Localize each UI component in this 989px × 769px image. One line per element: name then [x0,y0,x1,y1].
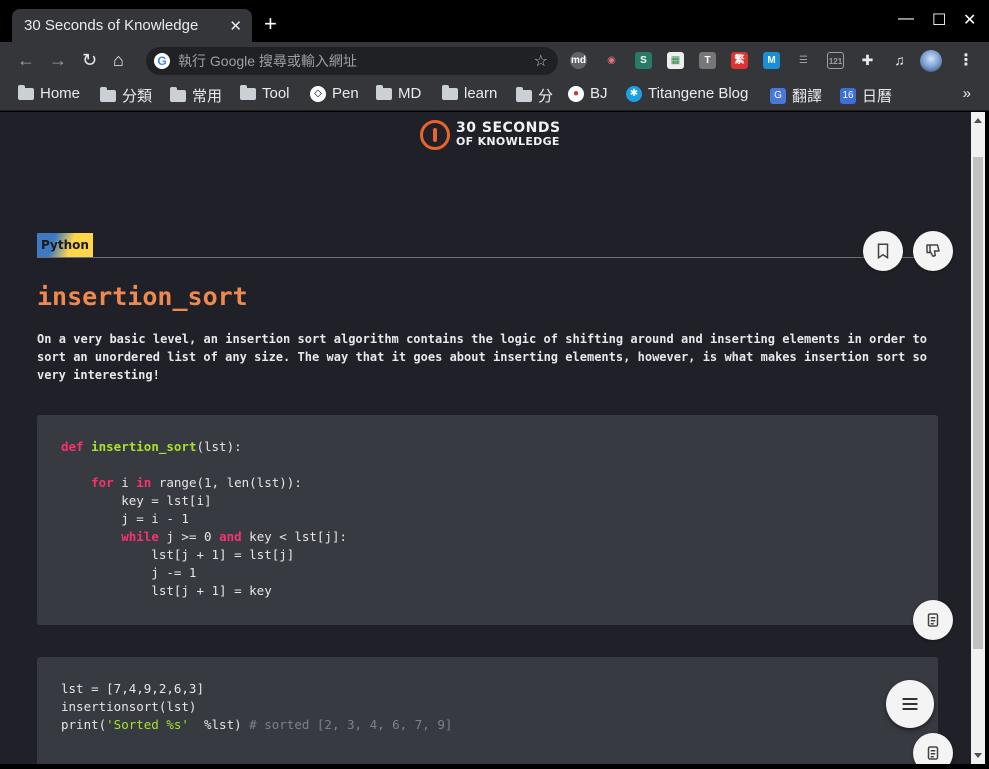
logo-text: 30 SECONDS OF KNOWLEDGE [456,120,561,148]
code-block-definition[interactable]: def insertion_sort(lst): for i in range(… [37,415,938,625]
copy-example-button[interactable] [913,733,953,764]
maximize-icon[interactable]: ☐ [932,10,946,30]
menu-button[interactable] [886,680,934,728]
bookmark-label: BJ [590,85,608,102]
folder-icon [376,84,392,100]
scroll-down-icon[interactable] [974,753,982,758]
bookmark-label: Tool [262,85,290,102]
scrollbar-thumb[interactable] [973,157,983,649]
thumbs-down-icon [926,244,940,257]
profile-avatar[interactable] [920,50,942,72]
s-ext-icon[interactable]: S [635,52,652,69]
code-block-example[interactable]: lst = [7,4,9,2,6,3] insertionsort(lst) p… [37,657,938,764]
close-window-icon[interactable]: ✕ [963,10,976,30]
bookmark-learn[interactable]: learn [442,84,498,102]
window-frame [0,764,989,769]
home-icon[interactable]: ⌂ [113,50,124,71]
translate-ext-icon[interactable]: T [699,52,716,69]
traditional-chinese-ext-icon[interactable]: 繁 [731,52,748,69]
blog-icon: ✱ [626,85,642,102]
bookmark-label: learn [464,85,498,102]
codepen-icon: ◇ [310,85,326,102]
bookmark-label: 日曆 [862,88,893,105]
m-ext-icon[interactable]: M [763,52,780,69]
folder-icon [18,84,34,100]
bookmark-label: 分 [538,88,554,105]
logo-icon [420,120,450,150]
counter-ext-icon[interactable]: 121 [827,52,844,69]
bookmark-label: MD [398,85,422,102]
bookmark-label: 常用 [192,88,223,105]
bookmark-fen[interactable]: 分 [516,85,553,106]
bookmark-titangene-blog[interactable]: ✱ Titangene Blog [626,85,748,102]
code-comment: # sorted [2, 3, 4, 6, 7, 9] [249,717,453,732]
minimize-icon[interactable]: — [898,10,914,28]
close-tab-icon[interactable]: ✕ [229,17,242,35]
bookmark-label: 分類 [122,88,153,105]
extensions-puzzle-icon[interactable]: ✚ [859,52,876,69]
folder-icon [442,84,458,100]
logo-line2: OF KNOWLEDGE [456,135,560,148]
title-bar: 30 Seconds of Knowledge ✕ + — ☐ ✕ [0,0,989,42]
folder-icon [100,86,116,102]
bookmark-label: Home [40,85,81,102]
bookmark-tool[interactable]: Tool [240,84,290,102]
sheet-ext-icon[interactable]: ▦ [667,52,684,69]
bookmark-calendar[interactable]: 16 日曆 [840,85,892,106]
clipboard-icon [927,613,939,627]
browser-tab[interactable]: 30 Seconds of Knowledge ✕ [12,9,252,42]
translate-icon: G [770,87,786,104]
language-tag: Python [37,233,93,257]
page-content: 30 SECONDS OF KNOWLEDGE Python insertion… [0,112,971,764]
copy-code-button[interactable] [913,600,953,640]
more-bookmarks-icon[interactable]: » [963,85,971,102]
code-definition: def insertion_sort(lst): for i in range(… [61,439,348,598]
bookmark-button[interactable] [863,231,903,271]
bookmark-md[interactable]: MD [376,84,422,102]
calendar-icon: 16 [840,87,856,104]
bookmark-icon [877,243,889,260]
address-bar[interactable]: G 執行 Google 搜尋或輸入網址 ☆ [146,47,558,75]
bookmark-star-icon[interactable]: ☆ [534,51,548,71]
window-frame [985,112,989,769]
bookmark-pen[interactable]: ◇ Pen [310,85,359,102]
folder-icon [240,84,256,100]
scroll-up-icon[interactable] [974,118,982,123]
page-scrollbar[interactable] [971,112,985,764]
bookmark-home[interactable]: Home [18,84,81,102]
snippet-description: On a very basic level, an insertion sort… [37,332,927,382]
markdown-ext-icon[interactable]: md [570,52,587,69]
snippet-title: insertion_sort [37,282,248,311]
media-control-icon[interactable]: ♫ [891,52,908,69]
bookmark-label: Titangene Blog [648,85,749,102]
logo-line1: 30 SECONDS [456,120,561,136]
tab-title: 30 Seconds of Knowledge [24,17,199,34]
dislike-button[interactable] [913,231,953,271]
forward-icon[interactable]: → [49,50,67,71]
list-ext-icon[interactable]: ☰ [795,52,812,69]
bookmark-common[interactable]: 常用 [170,85,222,106]
bookmark-bj[interactable]: ● BJ [568,85,608,102]
site-logo[interactable]: 30 SECONDS OF KNOWLEDGE [420,120,561,150]
bookmark-categories[interactable]: 分類 [100,85,152,106]
menu-icon [902,698,918,710]
google-icon: G [154,53,170,69]
clipboard-icon [927,746,939,760]
new-tab-button[interactable]: + [264,12,277,36]
code-example: lst = [7,4,9,2,6,3] insertionsort(lst) p… [61,681,453,732]
address-placeholder: 執行 Google 搜尋或輸入網址 [178,53,357,69]
bookmark-label: 翻譯 [792,88,823,105]
browser-menu-icon[interactable]: ⋮ [958,50,974,70]
folder-icon [170,86,186,102]
divider [37,257,938,258]
browser-toolbar: ← → ↻ ⌂ G 執行 Google 搜尋或輸入網址 ☆ md ◉ S ▦ T… [0,42,989,79]
bookmark-label: Pen [332,85,359,102]
bookmark-translate[interactable]: G 翻譯 [770,85,822,106]
spy-ext-icon[interactable]: ◉ [603,52,620,69]
reload-icon[interactable]: ↻ [82,50,97,71]
bookmarks-bar: Home 分類 常用 Tool ◇ Pen MD learn 分 ● BJ ✱ Tit… [0,79,989,111]
bj-icon: ● [568,85,584,102]
back-icon[interactable]: ← [17,50,35,71]
folder-icon [516,86,532,102]
